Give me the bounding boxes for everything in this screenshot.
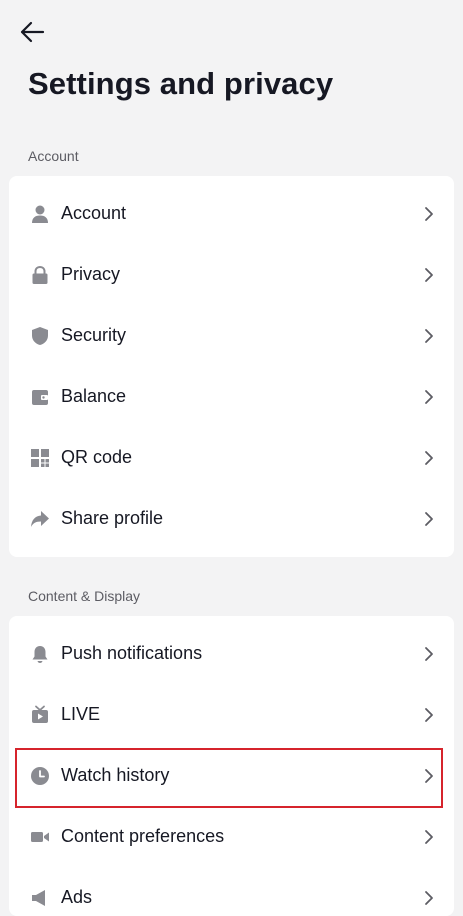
- clock-icon: [29, 765, 51, 787]
- settings-item-push-notifications[interactable]: Push notifications: [9, 623, 454, 684]
- settings-item-security[interactable]: Security: [9, 305, 454, 366]
- account-card: Account Privacy Security Balance QR code…: [9, 176, 454, 557]
- content-display-card: Push notifications LIVE Watch history Co…: [9, 616, 454, 916]
- chevron-right-icon: [422, 646, 436, 661]
- back-button[interactable]: [16, 16, 48, 48]
- qr-code-icon: [29, 447, 51, 469]
- settings-item-account[interactable]: Account: [9, 183, 454, 244]
- settings-item-share-profile[interactable]: Share profile: [9, 488, 454, 549]
- settings-item-label: Share profile: [61, 508, 164, 528]
- wallet-icon: [29, 386, 51, 408]
- settings-item-label: Balance: [61, 386, 127, 406]
- settings-item-label: Account: [61, 203, 127, 223]
- arrow-left-icon: [20, 21, 45, 43]
- live-tv-icon: [29, 704, 51, 726]
- chevron-right-icon: [422, 328, 436, 343]
- settings-item-label: Privacy: [61, 264, 121, 284]
- bell-icon: [29, 643, 51, 665]
- top-bar: [0, 0, 463, 62]
- settings-item-privacy[interactable]: Privacy: [9, 244, 454, 305]
- chevron-right-icon: [422, 267, 436, 282]
- settings-item-content-preferences[interactable]: Content preferences: [9, 806, 454, 867]
- chevron-right-icon: [422, 768, 436, 783]
- settings-item-label: QR code: [61, 447, 133, 467]
- chevron-right-icon: [422, 511, 436, 526]
- chevron-right-icon: [422, 206, 436, 221]
- share-arrow-icon: [29, 508, 51, 530]
- settings-item-watch-history[interactable]: Watch history: [9, 745, 454, 806]
- settings-item-ads[interactable]: Ads: [9, 867, 454, 916]
- settings-item-balance[interactable]: Balance: [9, 366, 454, 427]
- section-title-content-display: Content & Display: [28, 588, 141, 604]
- lock-icon: [29, 264, 51, 286]
- settings-item-label: Ads: [61, 887, 93, 907]
- chevron-right-icon: [422, 829, 436, 844]
- chevron-right-icon: [422, 707, 436, 722]
- settings-item-label: Security: [61, 325, 127, 345]
- person-icon: [29, 203, 51, 225]
- video-camera-icon: [29, 826, 51, 848]
- settings-item-qr-code[interactable]: QR code: [9, 427, 454, 488]
- settings-item-live[interactable]: LIVE: [9, 684, 454, 745]
- chevron-right-icon: [422, 450, 436, 465]
- megaphone-icon: [29, 887, 51, 909]
- section-title-account: Account: [28, 148, 79, 164]
- shield-icon: [29, 325, 51, 347]
- page-title: Settings and privacy: [28, 66, 334, 101]
- settings-item-label: LIVE: [61, 704, 101, 724]
- settings-item-label: Watch history: [61, 765, 170, 785]
- chevron-right-icon: [422, 389, 436, 404]
- settings-item-label: Push notifications: [61, 643, 203, 663]
- settings-item-label: Content preferences: [61, 826, 225, 846]
